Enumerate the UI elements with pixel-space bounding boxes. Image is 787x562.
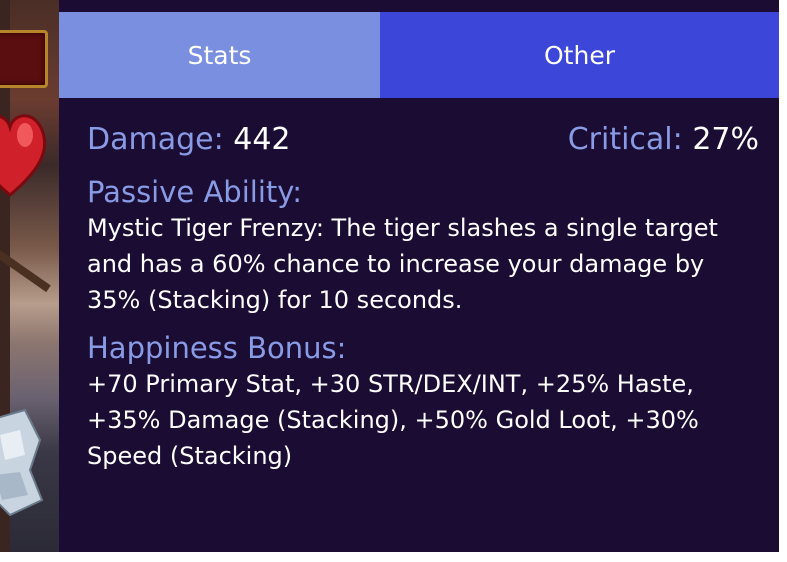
health-bar-frame [0,30,48,88]
passive-ability-heading: Passive Ability: [87,175,303,209]
pet-info-panel: Stats Other Damage: 442 Critical: 27% Pa… [59,12,779,552]
tab-stats[interactable]: Stats [59,12,380,98]
passive-ability-text: Mystic Tiger Frenzy: The tiger slashes a… [87,214,718,314]
game-world-background [0,0,62,552]
stats-content: Damage: 442 Critical: 27% Passive Abilit… [87,122,759,474]
tab-bar: Stats Other [59,12,779,98]
game-screen: Stats Other Damage: 442 Critical: 27% Pa… [0,0,787,562]
stats-summary-row: Damage: 442 Critical: 27% [87,122,759,170]
heart-icon [0,114,47,197]
frost-creature-icon [0,408,44,517]
critical-stat: Critical: 27% [568,122,759,157]
tab-other[interactable]: Other [380,12,779,98]
damage-label: Damage: [87,122,224,157]
panel-top-strip [59,0,779,12]
damage-value: 442 [233,122,291,157]
happiness-bonus-heading: Happiness Bonus: [87,331,347,365]
critical-value: 27% [692,122,759,157]
critical-label: Critical: [567,122,683,157]
happiness-bonus-text: +70 Primary Stat, +30 STR/DEX/INT, +25% … [87,370,699,470]
damage-stat: Damage: 442 [87,122,291,157]
